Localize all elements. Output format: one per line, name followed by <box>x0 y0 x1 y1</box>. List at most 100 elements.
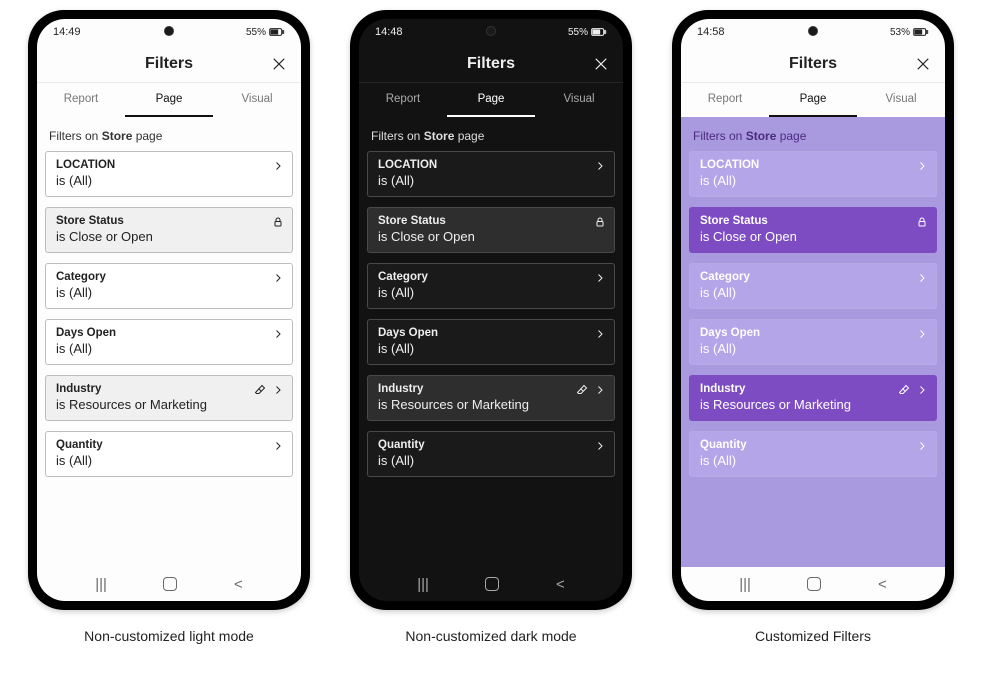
page-title: Filters <box>145 55 193 73</box>
close-button[interactable] <box>911 52 935 76</box>
back-button[interactable]: < <box>234 576 243 593</box>
title-bar: Filters <box>359 45 623 83</box>
chevron-right-icon <box>916 160 928 172</box>
chevron-right-icon <box>916 384 928 396</box>
filter-value: is (All) <box>56 453 282 468</box>
filter-name: Store Status <box>56 215 282 227</box>
filter-value: is (All) <box>378 173 604 188</box>
close-icon <box>592 55 610 73</box>
chevron-right-icon <box>916 272 928 284</box>
tab-visual[interactable]: Visual <box>535 83 623 117</box>
back-button[interactable]: < <box>556 576 565 593</box>
filter-card[interactable]: Quantityis (All) <box>689 431 937 477</box>
filter-value: is Close or Open <box>378 229 604 244</box>
home-button[interactable] <box>485 577 499 591</box>
filter-value: is (All) <box>700 173 926 188</box>
filter-name: Days Open <box>700 327 926 339</box>
filter-value: is (All) <box>378 341 604 356</box>
filter-value: is (All) <box>378 453 604 468</box>
close-icon <box>270 55 288 73</box>
filter-name: Days Open <box>56 327 282 339</box>
back-button[interactable]: < <box>878 576 887 593</box>
tab-visual[interactable]: Visual <box>213 83 301 117</box>
filter-card[interactable]: Days Openis (All) <box>45 319 293 365</box>
home-button[interactable] <box>807 577 821 591</box>
chevron-right-icon <box>272 440 284 452</box>
phone-mockup: 14:4955%FiltersReportPageVisualFilters o… <box>28 10 310 610</box>
filter-card: Store Statusis Close or Open <box>45 207 293 253</box>
filter-card[interactable]: Categoryis (All) <box>45 263 293 309</box>
tab-page[interactable]: Page <box>125 83 213 117</box>
tab-page[interactable]: Page <box>769 83 857 117</box>
filter-card[interactable]: Industry is Resources or Marketing <box>689 375 937 421</box>
tab-report[interactable]: Report <box>37 83 125 117</box>
close-button[interactable] <box>267 52 291 76</box>
filter-value: is Resources or Marketing <box>700 397 926 412</box>
recent-apps-button[interactable]: ||| <box>739 576 751 593</box>
battery-text: 55% <box>246 27 266 38</box>
recent-apps-button[interactable]: ||| <box>417 576 429 593</box>
filter-card[interactable]: Quantity is (All) <box>367 431 615 477</box>
filter-value: is Resources or Marketing <box>378 397 604 412</box>
filter-name: Industry <box>700 383 926 395</box>
status-icons: 55% <box>246 27 285 38</box>
filter-card[interactable]: LOCATIONis (All) <box>45 151 293 197</box>
android-nav-bar: ||| < <box>681 567 945 601</box>
camera-notch <box>486 26 496 36</box>
recent-apps-button[interactable]: ||| <box>95 576 107 593</box>
android-nav-bar: ||| < <box>359 567 623 601</box>
filter-value: is (All) <box>700 453 926 468</box>
filter-value: is Close or Open <box>700 229 926 244</box>
section-label: Filters on Store page <box>49 129 289 143</box>
status-icons: 53% <box>890 27 929 38</box>
filter-card[interactable]: Days Open is (All) <box>689 319 937 365</box>
filter-card[interactable]: Industryis Resources or Marketing <box>45 375 293 421</box>
chevron-right-icon <box>594 384 606 396</box>
filter-card[interactable]: Days Openis (All) <box>367 319 615 365</box>
close-button[interactable] <box>589 52 613 76</box>
tab-report[interactable]: Report <box>681 83 769 117</box>
filters-body: Filters on Store page LOCATIONis (All) Sto… <box>37 117 301 567</box>
chevron-right-icon <box>272 272 284 284</box>
filter-name: Store Status <box>378 215 604 227</box>
chevron-right-icon <box>594 272 606 284</box>
filter-name: LOCATION <box>700 159 926 171</box>
filter-value: is (All) <box>56 173 282 188</box>
tabs: ReportPageVisual <box>37 83 301 117</box>
eraser-icon <box>898 384 910 396</box>
chevron-right-icon <box>272 328 284 340</box>
chevron-right-icon <box>272 160 284 172</box>
page-title: Filters <box>789 55 837 73</box>
battery-icon <box>913 27 929 37</box>
tab-page[interactable]: Page <box>447 83 535 117</box>
filter-card[interactable]: Categoryis (All) <box>367 263 615 309</box>
filter-card[interactable]: Quantityis (All) <box>45 431 293 477</box>
filter-card[interactable]: Categoryis (All) <box>689 263 937 309</box>
phone-caption: Non-customized light mode <box>84 628 254 644</box>
chevron-right-icon <box>916 440 928 452</box>
filter-card[interactable]: LOCATION is (All) <box>689 151 937 197</box>
android-nav-bar: ||| < <box>37 567 301 601</box>
filter-card[interactable]: Industryis Resources or Marketing <box>367 375 615 421</box>
filter-card[interactable]: LOCATION is (All) <box>367 151 615 197</box>
eraser-icon <box>576 384 588 396</box>
filter-value: is (All) <box>700 341 926 356</box>
home-button[interactable] <box>163 577 177 591</box>
tab-report[interactable]: Report <box>359 83 447 117</box>
chevron-right-icon <box>916 328 928 340</box>
filter-name: Quantity <box>378 439 604 451</box>
close-icon <box>914 55 932 73</box>
filter-card: Store Status is Close or Open <box>367 207 615 253</box>
chevron-right-icon <box>594 440 606 452</box>
filter-name: LOCATION <box>378 159 604 171</box>
filters-body: Filters on Store pageLOCATIONis (All)Sto… <box>681 117 945 567</box>
chevron-right-icon <box>272 384 284 396</box>
phone-caption: Non-customized dark mode <box>405 628 576 644</box>
battery-text: 53% <box>890 27 910 38</box>
phone-mockup: 14:4855%FiltersReportPageVisualFilters o… <box>350 10 632 610</box>
tabs: ReportPageVisual <box>359 83 623 117</box>
status-time: 14:58 <box>697 26 725 38</box>
lock-icon <box>272 216 284 228</box>
filter-name: Category <box>700 271 926 283</box>
tab-visual[interactable]: Visual <box>857 83 945 117</box>
